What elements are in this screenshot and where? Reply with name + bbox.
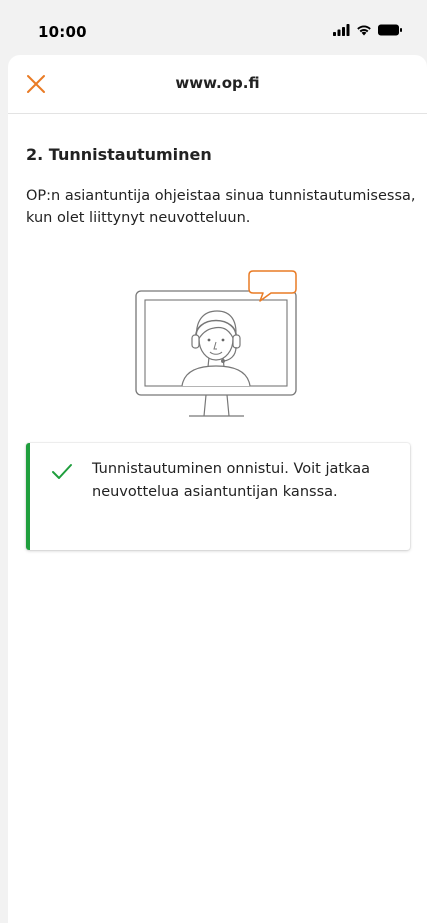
sheet-header: www.op.fi [8,55,427,114]
signal-icon [333,24,350,36]
screen: 10:00 www.op.fi 2. Tunnistautuminen OP:n… [0,0,427,923]
battery-icon [378,24,402,36]
status-time: 10:00 [38,23,87,41]
browser-sheet: www.op.fi 2. Tunnistautuminen OP:n asian… [8,55,427,923]
checkmark-icon [52,464,72,479]
status-icons [333,24,403,36]
page-url: www.op.fi [175,74,260,92]
success-notification: Tunnistautuminen onnistui. Voit jatkaa n… [26,443,410,550]
wifi-icon [357,25,371,36]
notification-message: Tunnistautuminen onnistui. Voit jatkaa n… [92,461,370,500]
status-bar: 10:00 [0,0,427,52]
main-content: 2. Tunnistautuminen OP:n asiantuntija oh… [26,145,416,229]
illustration [134,268,300,418]
step-description: OP:n asiantuntija ohjeistaa sinua tunnis… [26,188,416,226]
advisor-on-screen-icon [135,270,297,417]
step-title: 2. Tunnistautuminen [26,145,212,164]
